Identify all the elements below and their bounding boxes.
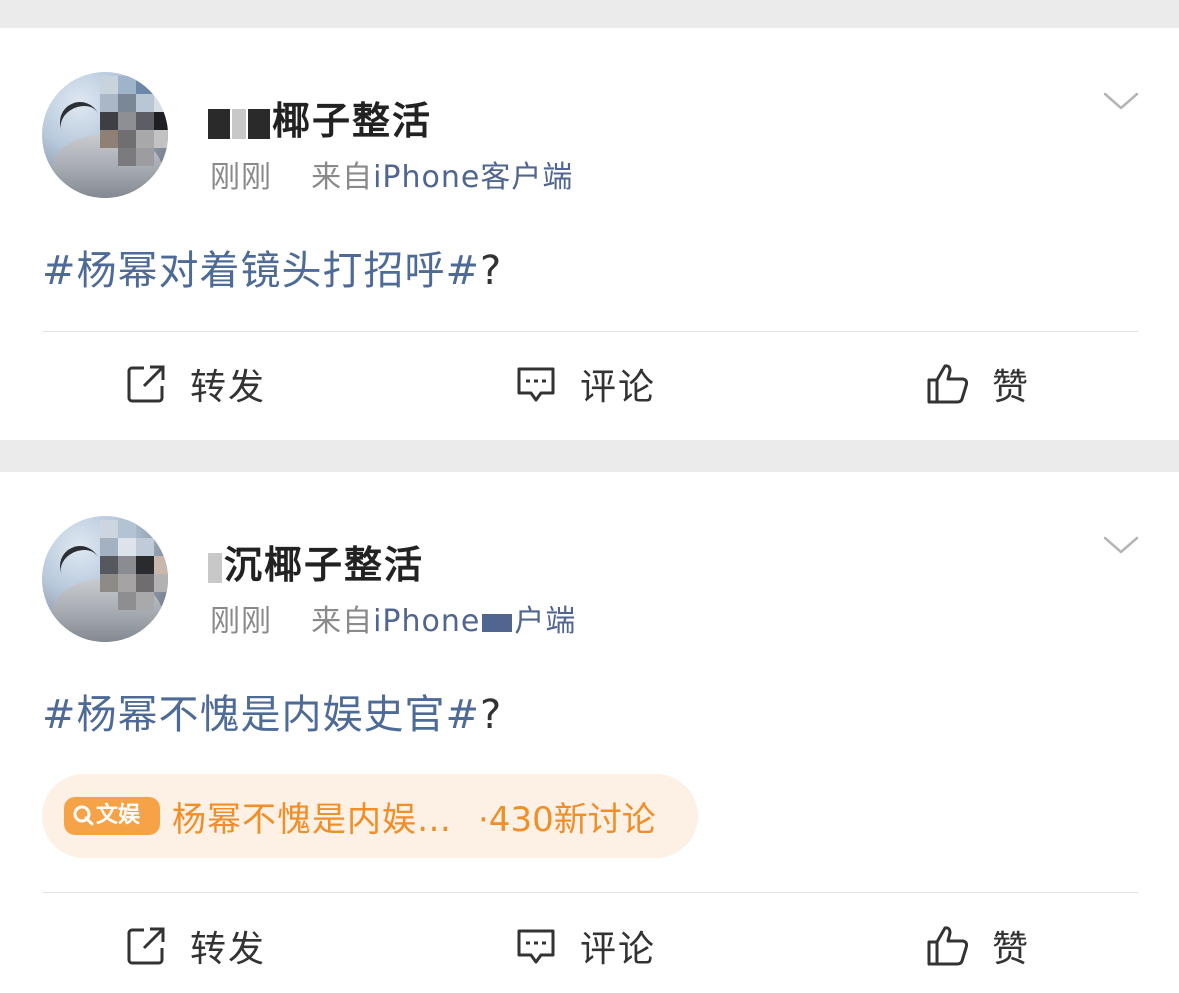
repost-label: 转发 <box>190 367 267 408</box>
comment-button[interactable]: 评论 <box>514 360 656 408</box>
username[interactable]: 椰子整活 <box>208 90 432 145</box>
post-meta: 刚刚 来自iPhone客户端 <box>210 152 573 196</box>
post-time: 刚刚 <box>210 604 272 639</box>
redaction <box>248 108 270 139</box>
redaction <box>208 108 230 139</box>
source-prefix: 来自 <box>311 160 374 195</box>
repost-label: 转发 <box>190 929 267 970</box>
comment-label: 评论 <box>580 367 657 408</box>
username[interactable]: 沉椰子整活 <box>208 534 424 589</box>
avatar-mosaic <box>100 520 168 616</box>
search-icon <box>73 805 94 826</box>
feed-gap <box>0 0 1179 28</box>
redaction <box>482 613 513 632</box>
thumbs-up-icon <box>927 364 969 404</box>
post-text: #杨幂不愧是内娱史官#? <box>42 682 502 740</box>
comment-label: 评论 <box>580 929 657 970</box>
divider <box>42 331 1138 332</box>
like-label: 赞 <box>992 367 1031 408</box>
thumbs-up-icon <box>927 926 969 966</box>
source-prefix: 来自 <box>311 604 374 639</box>
repost-icon <box>127 365 165 403</box>
hashtag-link[interactable]: #杨幂不愧是内娱史官# <box>42 692 480 738</box>
post-text: #杨幂对着镜头打招呼#? <box>42 238 502 296</box>
comment-button[interactable]: 评论 <box>514 922 656 970</box>
source-suffix[interactable]: 客户端 <box>480 160 573 195</box>
redaction <box>232 108 246 139</box>
repost-button[interactable]: 转发 <box>124 922 266 970</box>
topic-card[interactable]: 文娱 杨幂不愧是内娱… ·430新讨论 <box>42 774 698 858</box>
source-suffix[interactable]: 户端 <box>514 604 576 639</box>
avatar-mosaic <box>100 76 168 172</box>
avatar[interactable] <box>42 516 168 642</box>
username-text: 椰子整活 <box>272 99 433 143</box>
post-meta: 刚刚 来自iPhone 户端 <box>210 596 576 640</box>
post-card[interactable]: 沉椰子整活 刚刚 来自iPhone 户端 #杨幂不愧是内娱史官#? 文娱 杨幂不愧… <box>0 472 1179 993</box>
post-tail: ? <box>480 248 503 294</box>
hashtag-link[interactable]: #杨幂对着镜头打招呼# <box>42 248 480 294</box>
like-label: 赞 <box>992 929 1031 970</box>
source-device[interactable]: iPhone <box>373 160 480 195</box>
topic-badge: 文娱 <box>64 797 160 835</box>
post-tail: ? <box>480 692 503 738</box>
redaction <box>208 552 222 583</box>
topic-name: 杨幂不愧是内娱… <box>172 800 452 840</box>
post-time: 刚刚 <box>210 160 272 195</box>
repost-icon <box>127 927 165 965</box>
comment-icon <box>517 367 555 402</box>
topic-count: ·430新讨论 <box>478 800 656 840</box>
source-device[interactable]: iPhone <box>373 604 480 639</box>
comment-icon <box>517 929 555 964</box>
chevron-down-icon[interactable] <box>1103 528 1139 564</box>
like-button[interactable]: 赞 <box>926 360 1030 408</box>
username-text: 沉椰子整活 <box>224 543 425 587</box>
post-card[interactable]: 椰子整活 刚刚 来自iPhone客户端 #杨幂对着镜头打招呼#? 转发 评论 赞 <box>0 28 1179 440</box>
topic-badge-label: 文娱 <box>96 803 141 828</box>
chevron-down-icon[interactable] <box>1103 84 1139 120</box>
avatar[interactable] <box>42 72 168 198</box>
repost-button[interactable]: 转发 <box>124 360 266 408</box>
like-button[interactable]: 赞 <box>926 922 1030 970</box>
divider <box>42 892 1138 893</box>
